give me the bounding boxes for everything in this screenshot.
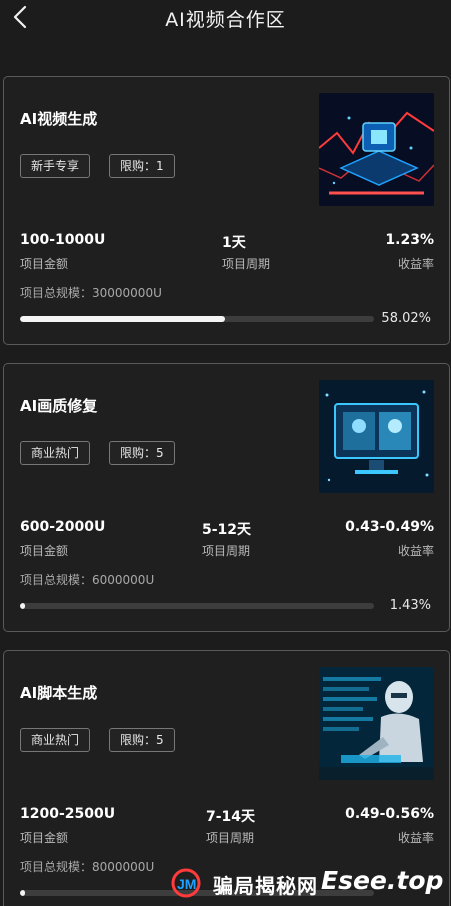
project-card-ai-video[interactable]: AI视频生成 新手专享 限购：1 100-1000U 项目金额 1天 项目周期 … [3, 76, 450, 345]
project-amount-label: 项目金额 [20, 831, 69, 845]
progress-fill [20, 890, 26, 896]
project-total-scale: 项目总规模：8000000U [20, 860, 155, 874]
watermark-text: 骗局揭秘网 [213, 874, 318, 898]
project-total-scale: 项目总规模：30000000U [20, 286, 162, 300]
project-amount: 1200-2500U [20, 806, 116, 822]
tag-badge: 商业热门 [20, 728, 91, 752]
project-period: 1天 [222, 235, 246, 251]
tag-badge: 商业热门 [20, 441, 91, 465]
project-amount: 100-1000U [20, 232, 106, 248]
page-title: AI视频合作区 [165, 9, 286, 31]
project-period: 5-12天 [202, 522, 252, 538]
card-title: AI画质修复 [20, 397, 98, 415]
progress-fill [20, 603, 26, 609]
progress-percent: 1.43% [389, 598, 431, 613]
jm-logo-icon: JM [171, 868, 201, 898]
progress-percent: 58.02% [381, 311, 431, 326]
purchase-limit-badge: 限购：5 [109, 728, 175, 752]
tag-badge: 新手专享 [20, 154, 91, 178]
yield-rate: 0.49-0.56% [345, 806, 434, 822]
project-card-ai-image-restore[interactable]: AI画质修复 商业热门 限购：5 600-2000U 项目金额 5-12天 项目… [3, 363, 450, 632]
image-restore-monitor-icon [319, 380, 434, 493]
progress-bar [20, 603, 374, 609]
yield-rate-label: 收益率 [397, 257, 434, 271]
project-period-label: 项目周期 [202, 544, 251, 558]
watermark-site: Esee.top [321, 866, 444, 895]
card-title: AI视频生成 [20, 110, 98, 128]
progress-fill [20, 316, 226, 322]
progress-bar [20, 316, 374, 322]
svg-text:JM: JM [177, 876, 196, 892]
watermark: JM 骗局揭秘网 Esee.top [171, 864, 443, 902]
project-total-scale: 项目总规模：6000000U [20, 573, 155, 587]
project-amount-label: 项目金额 [20, 257, 69, 271]
purchase-limit-badge: 限购：5 [109, 441, 175, 465]
robot-typing-icon [319, 667, 434, 780]
project-amount: 600-2000U [20, 519, 106, 535]
yield-rate-label: 收益率 [397, 831, 434, 845]
card-title: AI脚本生成 [20, 684, 98, 702]
yield-rate: 0.43-0.49% [345, 519, 434, 535]
header-bar: AI视频合作区 [0, 0, 451, 36]
project-period-label: 项目周期 [206, 831, 255, 845]
project-amount-label: 项目金额 [20, 544, 69, 558]
ai-video-chip-icon [319, 93, 434, 206]
purchase-limit-badge: 限购：1 [109, 154, 175, 178]
project-period: 7-14天 [206, 809, 256, 825]
project-period-label: 项目周期 [222, 257, 271, 271]
yield-rate: 1.23% [385, 232, 434, 248]
yield-rate-label: 收益率 [397, 544, 434, 558]
